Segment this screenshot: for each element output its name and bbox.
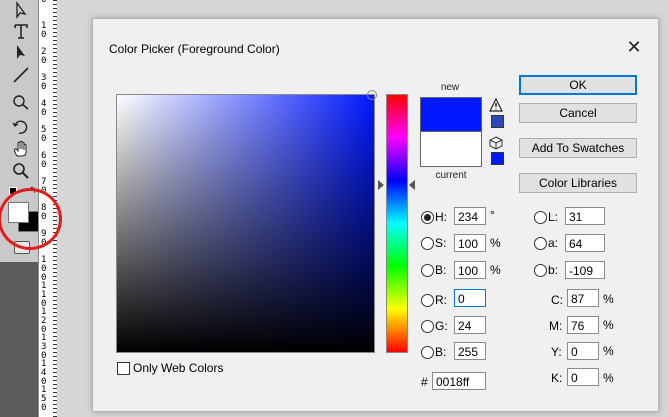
green-label: G: <box>435 319 448 333</box>
new-color-swatch <box>420 97 482 131</box>
ruler-label: 1 0 0 <box>41 255 47 283</box>
cyan-label: C: <box>551 293 563 307</box>
lab-b-label: b: <box>548 263 559 277</box>
saturation-label: S: <box>435 236 447 250</box>
current-color-label: current <box>435 170 467 181</box>
hex-label: # <box>421 375 428 389</box>
ruler-label: 4 0 <box>41 99 47 118</box>
ruler-label: 1 5 0 <box>41 385 47 413</box>
red-radio[interactable] <box>421 294 434 307</box>
lab-b-input[interactable]: -109 <box>565 261 605 279</box>
green-input[interactable]: 24 <box>454 316 486 334</box>
black-unit: % <box>603 371 614 385</box>
yellow-input[interactable]: 0 <box>567 342 599 360</box>
web-safe-cube-icon[interactable] <box>489 136 503 150</box>
magenta-label: M: <box>549 319 563 333</box>
spot-healing-icon[interactable] <box>9 91 33 113</box>
color-field-marker[interactable] <box>367 90 377 100</box>
direct-select-icon[interactable] <box>9 42 33 64</box>
blue-label: B: <box>435 345 447 359</box>
yellow-unit: % <box>603 344 614 358</box>
magenta-input[interactable]: 76 <box>567 316 599 334</box>
lab-a-input[interactable]: 64 <box>565 234 605 252</box>
ruler-label: 1 3 0 <box>41 333 47 361</box>
hue-slider-right-arrow-icon[interactable] <box>409 180 415 190</box>
zoom-icon[interactable] <box>9 160 33 182</box>
color-picker-dialog: Color Picker (Foreground Color) ✕ new cu… <box>92 18 659 412</box>
add-to-swatches-button[interactable]: Add To Swatches <box>519 138 637 158</box>
gamut-warning-icon[interactable] <box>489 98 503 112</box>
hex-input[interactable]: 0018ff <box>432 372 486 390</box>
dialog-title: Color Picker (Foreground Color) <box>109 42 280 56</box>
ruler-label: 5 0 <box>41 125 47 144</box>
cyan-unit: % <box>603 292 614 306</box>
blue-input[interactable]: 255 <box>454 342 486 360</box>
color-field[interactable] <box>116 94 375 353</box>
gamut-warning-swatch[interactable] <box>491 115 504 128</box>
yellow-label: Y: <box>551 345 562 359</box>
lab-l-radio[interactable] <box>534 211 547 224</box>
hue-input[interactable]: 234 <box>454 207 486 225</box>
ok-button[interactable]: OK <box>519 75 637 95</box>
new-color-label: new <box>440 82 460 93</box>
hue-unit: ° <box>490 208 495 222</box>
saturation-input[interactable]: 100 <box>454 234 486 252</box>
lab-l-input[interactable]: 31 <box>565 207 605 225</box>
ruler-label: 3 0 <box>41 73 47 92</box>
hue-slider[interactable] <box>386 94 408 353</box>
cyan-input[interactable]: 87 <box>567 289 599 307</box>
black-label: K: <box>551 371 563 385</box>
ruler-label: 6 0 <box>41 151 47 170</box>
only-web-colors-label[interactable]: Only Web Colors <box>133 361 223 375</box>
ruler-label: 0 <box>41 0 47 5</box>
lab-a-label: a: <box>548 236 559 250</box>
blue-radio[interactable] <box>421 346 434 359</box>
ruler-label: 1 2 0 <box>41 307 47 335</box>
web-safe-swatch[interactable] <box>491 152 504 165</box>
green-radio[interactable] <box>421 320 434 333</box>
brightness-input[interactable]: 100 <box>454 261 486 279</box>
hue-slider-left-arrow-icon[interactable] <box>378 180 384 190</box>
history-brush-icon[interactable] <box>9 116 33 138</box>
hue-radio[interactable] <box>421 211 434 224</box>
only-web-colors-checkbox[interactable] <box>117 362 130 375</box>
cancel-button[interactable]: Cancel <box>519 103 637 123</box>
type-icon[interactable] <box>9 20 33 42</box>
current-color-swatch[interactable] <box>420 131 482 167</box>
lab-b-radio[interactable] <box>534 264 547 277</box>
ruler-label: 1 4 0 <box>41 359 47 387</box>
magenta-unit: % <box>603 318 614 332</box>
black-input[interactable]: 0 <box>567 368 599 386</box>
ruler-label: 1 0 <box>41 21 47 40</box>
brightness-unit: % <box>490 263 501 277</box>
saturation-unit: % <box>490 236 501 250</box>
saturation-radio[interactable] <box>421 237 434 250</box>
line-icon[interactable] <box>9 64 33 86</box>
close-icon[interactable]: ✕ <box>624 38 644 58</box>
annotation-circle <box>0 188 62 250</box>
lab-a-radio[interactable] <box>534 237 547 250</box>
red-input[interactable]: 0 <box>454 289 486 307</box>
path-select-icon[interactable] <box>9 0 33 22</box>
brightness-radio[interactable] <box>421 264 434 277</box>
brightness-label: B: <box>435 263 447 277</box>
hand-icon[interactable] <box>9 138 33 160</box>
color-libraries-button[interactable]: Color Libraries <box>519 173 637 193</box>
hue-label: H: <box>435 210 447 224</box>
lab-l-label: L: <box>548 210 559 224</box>
ruler-label: 1 1 0 <box>41 281 47 309</box>
red-label: R: <box>435 293 447 307</box>
ruler-label: 2 0 <box>41 47 47 66</box>
